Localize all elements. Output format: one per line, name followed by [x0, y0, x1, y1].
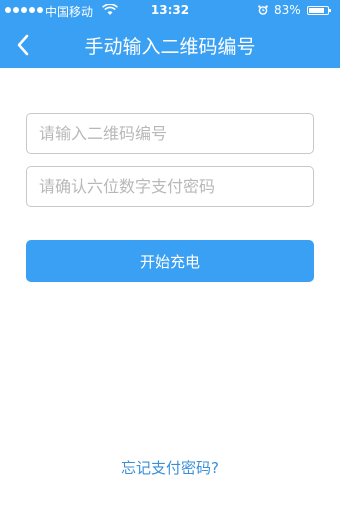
status-bar: 中国移动 13:32 83%: [0, 0, 340, 22]
forgot-password-link[interactable]: 忘记支付密码?: [0, 457, 340, 478]
page-title: 手动输入二维码编号: [84, 36, 256, 58]
qr-code-input[interactable]: [26, 113, 314, 154]
app-header: 中国移动 13:32 83% 手动输入二维码编号: [0, 0, 340, 68]
battery-percentage: 83%: [274, 3, 301, 17]
navigation-bar: 手动输入二维码编号: [0, 22, 340, 68]
payment-password-input[interactable]: [26, 166, 314, 207]
alarm-clock-icon: [258, 5, 268, 15]
battery-icon: [307, 6, 331, 15]
start-charging-button[interactable]: 开始充电: [26, 240, 314, 282]
